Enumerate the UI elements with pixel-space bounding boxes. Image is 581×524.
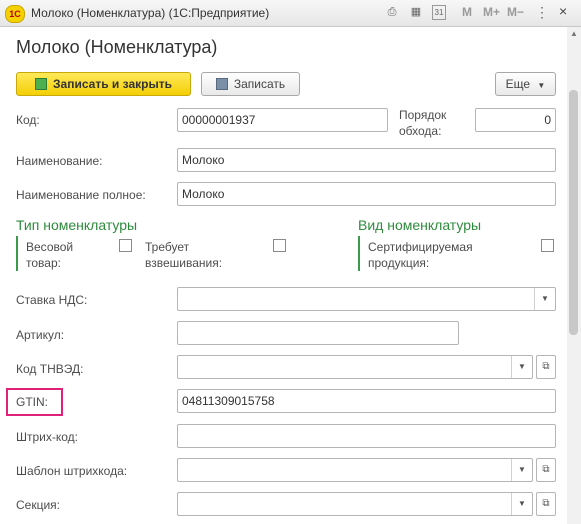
full-name-label: Наименование полное: bbox=[16, 188, 146, 202]
certified-label-line1: Сертифицируемая bbox=[368, 240, 473, 254]
needs-weighing-label-line1: Требует bbox=[145, 240, 190, 254]
open-icon[interactable]: ⧉ bbox=[536, 492, 556, 516]
needs-weighing-label-line2: взвешивания: bbox=[145, 256, 223, 270]
more-window-icon[interactable]: ⋮ bbox=[534, 4, 550, 20]
section-select[interactable]: ▼ bbox=[177, 492, 533, 516]
scroll-up-icon[interactable]: ▲ bbox=[567, 27, 581, 41]
weight-checkbox[interactable] bbox=[119, 239, 132, 252]
chevron-down-icon[interactable]: ▼ bbox=[511, 493, 532, 515]
barcode-template-label: Шаблон штрихкода: bbox=[16, 464, 128, 478]
code-label: Код: bbox=[16, 113, 40, 127]
vat-select[interactable]: ▼ bbox=[177, 287, 556, 311]
barcode-field[interactable] bbox=[177, 424, 556, 448]
gtin-field[interactable]: 04811309015758 bbox=[177, 389, 556, 413]
memory-button[interactable]: M bbox=[462, 5, 472, 19]
chevron-down-icon[interactable]: ▼ bbox=[534, 288, 555, 310]
chevron-down-icon: ▼ bbox=[537, 81, 546, 90]
barcode-template-select[interactable]: ▼ bbox=[177, 458, 533, 482]
name-field[interactable]: Молоко bbox=[177, 148, 556, 172]
vat-label: Ставка НДС: bbox=[16, 293, 88, 307]
nomenclature-kind-group-title: Вид номенклатуры bbox=[358, 217, 482, 233]
window-title: Молоко (Номенклатура) (1С:Предприятие) bbox=[31, 6, 270, 20]
needs-weighing-checkbox[interactable] bbox=[273, 239, 286, 252]
table-icon[interactable]: ▦ bbox=[408, 4, 424, 20]
open-icon[interactable]: ⧉ bbox=[536, 355, 556, 379]
save-button[interactable]: Записать bbox=[201, 72, 300, 96]
code-field[interactable]: 00000001937 bbox=[177, 108, 388, 132]
calendar-icon[interactable]: 31 bbox=[432, 5, 446, 20]
tnved-select[interactable]: ▼ bbox=[177, 355, 533, 379]
tnved-label: Код ТНВЭД: bbox=[16, 362, 84, 376]
save-check-icon bbox=[35, 78, 48, 90]
open-icon[interactable]: ⧉ bbox=[536, 458, 556, 482]
nomenclature-type-group-title: Тип номенклатуры bbox=[16, 217, 138, 233]
weight-label-line1: Весовой bbox=[26, 240, 74, 254]
more-button[interactable]: Еще ▼ bbox=[495, 72, 556, 96]
weight-label-line2: товар: bbox=[26, 256, 61, 270]
app-logo: 1С bbox=[5, 5, 25, 23]
memory-minus-button[interactable]: M− bbox=[507, 5, 524, 19]
certified-label-line2: продукция: bbox=[368, 256, 430, 270]
close-button[interactable]: × bbox=[559, 3, 567, 19]
full-name-field[interactable]: Молоко bbox=[177, 182, 556, 206]
window-titlebar: 1С Молоко (Номенклатура) (1С:Предприятие… bbox=[0, 0, 581, 27]
article-field[interactable] bbox=[177, 321, 459, 345]
order-label-line2: обхода: bbox=[399, 124, 442, 138]
name-label: Наименование: bbox=[16, 154, 103, 168]
order-label-line1: Порядок bbox=[399, 108, 447, 122]
floppy-icon bbox=[215, 78, 228, 90]
print-icon[interactable]: ⎙ bbox=[384, 4, 400, 20]
chevron-down-icon[interactable]: ▼ bbox=[511, 459, 532, 481]
group-bar-kind bbox=[358, 236, 360, 271]
barcode-label: Штрих-код: bbox=[16, 430, 78, 444]
order-field[interactable]: 0 bbox=[475, 108, 556, 132]
save-and-close-button[interactable]: Записать и закрыть bbox=[16, 72, 191, 96]
form-title: Молоко (Номенклатура) bbox=[16, 37, 218, 57]
certified-checkbox[interactable] bbox=[541, 239, 554, 252]
article-label: Артикул: bbox=[16, 328, 65, 342]
memory-plus-button[interactable]: M+ bbox=[483, 5, 500, 19]
group-bar-type bbox=[16, 236, 18, 271]
gtin-label: GTIN: bbox=[16, 395, 48, 409]
section-label: Секция: bbox=[16, 498, 60, 512]
scrollbar-thumb[interactable] bbox=[569, 90, 578, 335]
chevron-down-icon[interactable]: ▼ bbox=[511, 356, 532, 378]
